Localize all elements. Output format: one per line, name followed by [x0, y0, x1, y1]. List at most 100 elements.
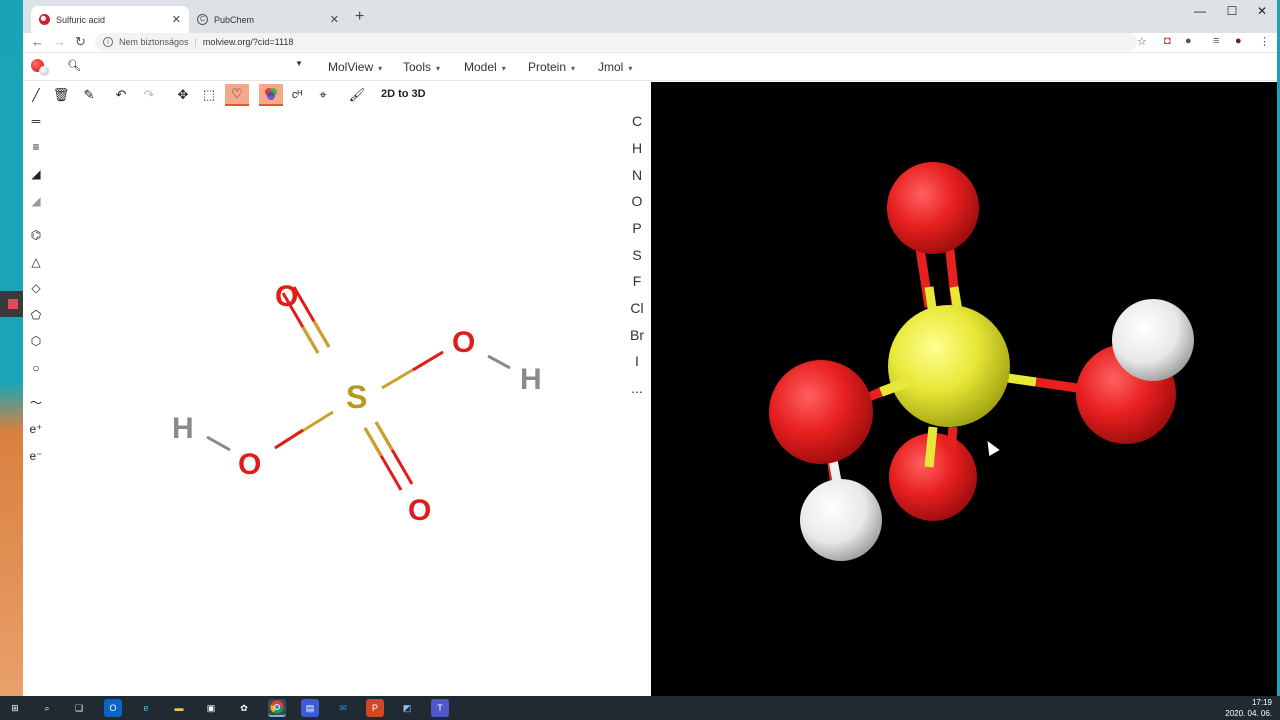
undo-icon[interactable]: ↶ [109, 84, 133, 106]
atom-o-bottom[interactable]: O [408, 494, 431, 527]
bond-s-o-top-2-s [312, 320, 331, 348]
clear-trash-icon[interactable]: 🗑︎ [49, 84, 73, 106]
atom-3d-h-right[interactable] [1112, 299, 1194, 381]
viewer-3d[interactable] [651, 82, 1277, 696]
cycloheptane-icon[interactable]: ○ [25, 357, 47, 379]
info-icon[interactable]: i [103, 37, 113, 47]
reload-icon[interactable]: ↻ [75, 34, 86, 50]
menu-protein[interactable]: Protein ▾ [528, 60, 575, 74]
menu-tools[interactable]: Tools ▾ [403, 60, 440, 74]
close-window-icon[interactable]: ✕ [1247, 4, 1277, 18]
element-c-button[interactable]: C [623, 113, 651, 129]
tab-title: PubChem [214, 14, 255, 25]
menu-jmol[interactable]: Jmol ▾ [598, 60, 632, 74]
search-icon: 🔍︎ [67, 60, 81, 72]
molview-logo-icon[interactable] [30, 57, 50, 77]
new-tab-button[interactable]: + [355, 8, 364, 26]
atom-o-right[interactable]: O [452, 326, 475, 359]
element-o-button[interactable]: O [623, 193, 651, 209]
star-icon[interactable]: ☆ [1137, 35, 1147, 48]
tab-sulfuric-acid[interactable]: Sulfuric acid ✕ [31, 6, 189, 33]
atom-o-top[interactable]: O [275, 280, 298, 313]
wedge-bond-icon[interactable]: ◢ [25, 163, 47, 185]
element-i-button[interactable]: I [623, 353, 651, 369]
menu-model[interactable]: Model ▾ [464, 60, 506, 74]
charge-plus-button[interactable]: e⁺ [25, 418, 47, 440]
atom-3d-o-top[interactable] [887, 162, 979, 254]
profile-avatar-icon[interactable]: ● [1235, 35, 1242, 47]
atom-h-right[interactable]: H [520, 363, 542, 396]
double-bond-icon[interactable]: ═ [25, 110, 47, 132]
search-dropdown-icon[interactable]: ▼ [295, 59, 303, 68]
tab-pubchem[interactable]: C PubChem ✕ [189, 6, 347, 33]
cyclopropane-icon[interactable]: △ [25, 251, 47, 273]
atom-s-center[interactable]: S [346, 379, 367, 415]
file-explorer-icon[interactable]: ▬ [170, 699, 188, 717]
center-icon[interactable]: ⌖ [311, 84, 335, 106]
extension-pocket-icon[interactable]: ◘ [1164, 35, 1171, 47]
move-icon[interactable]: ✥ [171, 84, 195, 106]
triple-bond-icon[interactable]: ≡ [25, 136, 47, 158]
molecule-3d-render[interactable] [651, 82, 1277, 696]
search-icon[interactable]: ⌕ [38, 699, 56, 717]
atom-o-left[interactable]: O [238, 448, 261, 481]
element-h-button[interactable]: H [623, 140, 651, 156]
element-s-button[interactable]: S [623, 247, 651, 263]
clean-brush-icon[interactable]: 🖌︎ [345, 84, 369, 106]
outlook-icon[interactable]: O [104, 699, 122, 717]
forward-arrow-icon[interactable]: → [53, 34, 66, 49]
rect-select-icon[interactable]: ⬚ [197, 84, 221, 106]
element-cl-button[interactable]: Cl [623, 300, 651, 316]
element-n-button[interactable]: N [623, 167, 651, 183]
edge-icon[interactable]: e [137, 699, 155, 717]
element-more-button[interactable]: ... [623, 380, 651, 396]
mail-icon[interactable]: ✉ [334, 699, 352, 717]
element-f-button[interactable]: F [623, 273, 651, 289]
single-bond-icon[interactable]: ╱ [25, 84, 47, 106]
lasso-select-icon[interactable]: ♡ [225, 84, 249, 106]
tablet-app-icon[interactable]: ◩ [398, 699, 416, 717]
search-box[interactable]: 🔍︎ ▼ [63, 58, 307, 76]
save-app-icon[interactable]: ▤ [301, 699, 319, 717]
windows-start-icon[interactable]: ⊞ [6, 699, 24, 717]
benzene-icon[interactable]: ⌬ [25, 224, 47, 246]
task-view-icon[interactable]: ❏ [70, 699, 88, 717]
maximize-icon[interactable]: ☐ [1217, 4, 1247, 18]
eraser-icon[interactable]: ✎ [77, 84, 101, 106]
paint-icon[interactable]: ✿ [235, 699, 253, 717]
menu-kebab-icon[interactable]: ⋮ [1259, 35, 1270, 48]
element-p-button[interactable]: P [623, 220, 651, 236]
redo-icon[interactable]: ↷ [137, 84, 161, 106]
atom-3d-h-left[interactable] [800, 479, 882, 561]
hash-bond-icon[interactable]: ◢ [25, 190, 47, 212]
back-arrow-icon[interactable]: ← [31, 34, 44, 49]
add-hydrogens-icon[interactable]: cᴴ [285, 84, 309, 106]
menu-molview[interactable]: MolView ▾ [328, 60, 382, 74]
minimize-icon[interactable]: — [1185, 4, 1215, 18]
cyclobutane-icon[interactable]: ◇ [25, 277, 47, 299]
url-text[interactable]: molview.org/?cid=1118 [203, 37, 293, 47]
media-queue-icon[interactable]: ≡ [1213, 35, 1219, 47]
system-clock[interactable]: 17:19 2020. 04. 06. [1225, 697, 1272, 719]
omnibox[interactable]: i Nem biztonságos | molview.org/?cid=111… [95, 33, 1137, 51]
store-icon[interactable]: ▣ [202, 699, 220, 717]
charge-minus-button[interactable]: e⁻ [25, 445, 47, 467]
atom-h-left[interactable]: H [172, 412, 194, 445]
element-br-button[interactable]: Br [623, 327, 651, 343]
atom-3d-o-left[interactable] [769, 360, 873, 464]
cyclohexane-icon[interactable]: ⬡ [25, 330, 47, 352]
cyclopentane-icon[interactable]: ⬠ [25, 304, 47, 326]
powerpoint-icon[interactable]: P [366, 699, 384, 717]
convert-2d-to-3d-button[interactable]: 2D to 3D [381, 88, 426, 100]
close-tab-icon[interactable]: ✕ [330, 13, 339, 26]
chain-icon[interactable]: 〜 [25, 391, 47, 413]
color-mode-icon[interactable] [259, 84, 283, 106]
search-input[interactable] [81, 58, 291, 76]
structure-2d-canvas[interactable]: O O H S H O O [123, 252, 543, 532]
atom-3d-s-center[interactable] [888, 305, 1010, 427]
chrome-icon[interactable] [268, 699, 286, 717]
teams-icon[interactable]: T [431, 699, 449, 717]
browser-window: Sulfuric acid ✕ C PubChem ✕ + — ☐ ✕ ← → … [23, 0, 1277, 696]
extension-circle-icon[interactable]: ● [1185, 35, 1192, 47]
close-tab-icon[interactable]: ✕ [172, 13, 181, 26]
